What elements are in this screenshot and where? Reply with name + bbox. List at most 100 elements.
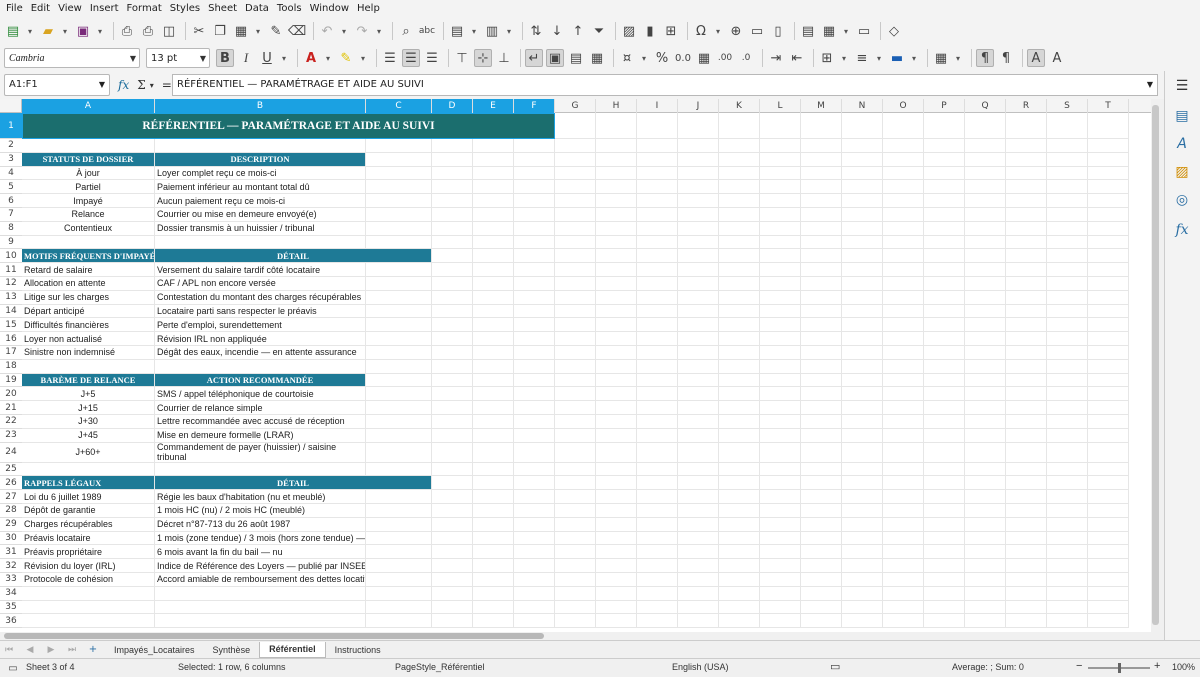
grid-cell[interactable] <box>432 559 473 573</box>
statuts-header-label[interactable]: STATUTS DE DOSSIER <box>22 152 155 167</box>
grid-cell[interactable] <box>801 346 842 360</box>
grid-cell[interactable] <box>596 428 637 443</box>
grid-cell[interactable] <box>637 614 678 629</box>
grid-cell[interactable] <box>155 139 366 153</box>
grid-cell[interactable] <box>965 401 1006 415</box>
rappels-row-value[interactable]: Décret n°87-713 du 26 août 1987 <box>155 517 366 532</box>
grid-cell[interactable] <box>1047 517 1088 532</box>
grid-cell[interactable] <box>678 359 719 374</box>
grid-cell[interactable] <box>801 476 842 491</box>
grid-cell[interactable] <box>1088 490 1129 504</box>
grid-cell[interactable] <box>883 428 924 443</box>
grid-cell[interactable] <box>473 152 514 167</box>
formula-input[interactable]: RÉFÉRENTIEL — PARAMÉTRAGE ET AIDE AU SUI… <box>172 74 1158 96</box>
number-format-icon[interactable]: 0.0 <box>674 49 692 67</box>
grid-cell[interactable] <box>1047 462 1088 477</box>
grid-cell[interactable] <box>596 517 637 532</box>
grid-cell[interactable] <box>366 517 432 532</box>
grid-cell[interactable] <box>842 208 883 222</box>
column-header-f[interactable]: F <box>514 99 555 113</box>
paste-dropdown-icon[interactable]: ▾ <box>253 22 263 40</box>
grid-cell[interactable] <box>555 531 596 546</box>
grid-cell[interactable] <box>1047 290 1088 305</box>
grid-cell[interactable] <box>1047 442 1088 463</box>
grid-cell[interactable] <box>637 462 678 477</box>
grid-cell[interactable] <box>514 318 555 333</box>
grid-cell[interactable] <box>1088 600 1129 615</box>
autofilter-icon[interactable]: ⏷ <box>590 22 608 40</box>
previous-sheet-icon[interactable]: ◀ <box>21 641 39 659</box>
open-dropdown-icon[interactable]: ▾ <box>60 22 70 40</box>
grid-cell[interactable] <box>637 332 678 346</box>
grid-cell[interactable] <box>965 373 1006 388</box>
bareme-row-value[interactable]: SMS / appel téléphonique de courtoisie <box>155 387 366 402</box>
grid-cell[interactable] <box>883 415 924 429</box>
grid-cell[interactable] <box>637 504 678 518</box>
grid-cell[interactable] <box>842 194 883 208</box>
grid-cell[interactable] <box>1088 113 1129 139</box>
grid-cell[interactable] <box>760 490 801 504</box>
grid-cell[interactable] <box>637 490 678 504</box>
grid-cell[interactable] <box>432 573 473 587</box>
motifs-row-value[interactable]: Perte d'emploi, surendettement <box>155 318 366 333</box>
row-header-31[interactable]: 31 <box>0 545 22 560</box>
grid-cell[interactable] <box>514 221 555 236</box>
motifs-row-label[interactable]: Difficultés financières <box>22 318 155 333</box>
grid-cell[interactable] <box>965 531 1006 546</box>
grid-cell[interactable] <box>473 559 514 573</box>
grid-cell[interactable] <box>924 614 965 629</box>
undo-icon[interactable]: ↶ <box>318 22 336 40</box>
grid-cell[interactable] <box>965 277 1006 291</box>
grid-cell[interactable] <box>514 208 555 222</box>
grid-cell[interactable] <box>514 614 555 629</box>
column-header-j[interactable]: J <box>678 99 719 113</box>
grid-cell[interactable] <box>555 545 596 560</box>
grid-cell[interactable] <box>965 235 1006 250</box>
grid-cell[interactable] <box>883 462 924 477</box>
grid-cell[interactable] <box>555 166 596 181</box>
grid-cell[interactable] <box>1088 387 1129 402</box>
grid-cell[interactable] <box>1006 614 1047 629</box>
row-header-4[interactable]: 4 <box>0 167 22 181</box>
grid-cell[interactable] <box>801 586 842 601</box>
grid-cell[interactable] <box>883 504 924 518</box>
grid-cell[interactable] <box>22 600 155 615</box>
grid-cell[interactable] <box>1047 235 1088 250</box>
grid-cell[interactable] <box>514 490 555 504</box>
grid-cell[interactable] <box>432 428 473 443</box>
row-header-21[interactable]: 21 <box>0 401 22 415</box>
grid-cell[interactable] <box>883 166 924 181</box>
grid-cell[interactable] <box>924 113 965 139</box>
column-header-q[interactable]: Q <box>965 99 1006 113</box>
row-header-27[interactable]: 27 <box>0 490 22 504</box>
grid-cell[interactable] <box>1047 332 1088 346</box>
grid-cell[interactable] <box>678 139 719 153</box>
grid-cell[interactable] <box>965 462 1006 477</box>
grid-cell[interactable] <box>1047 586 1088 601</box>
grid-cell[interactable] <box>596 490 637 504</box>
grid-cell[interactable] <box>719 462 760 477</box>
grid-cell[interactable] <box>924 559 965 573</box>
grid-cell[interactable] <box>924 249 965 264</box>
row-header-36[interactable]: 36 <box>0 614 22 629</box>
grid-cell[interactable] <box>473 415 514 429</box>
grid-cell[interactable] <box>842 290 883 305</box>
statuts-row-label[interactable]: Partiel <box>22 180 155 195</box>
grid-cell[interactable] <box>637 517 678 532</box>
menu-item-format[interactable]: Format <box>125 3 168 14</box>
grid-cell[interactable] <box>514 415 555 429</box>
align-center-icon[interactable]: ☰ <box>402 49 420 67</box>
row-header-2[interactable]: 2 <box>0 139 22 153</box>
grid-cell[interactable] <box>678 586 719 601</box>
grid-cell[interactable] <box>719 428 760 443</box>
grid-cell[interactable] <box>1088 531 1129 546</box>
grid-cell[interactable] <box>1088 428 1129 443</box>
grid-cell[interactable] <box>842 318 883 333</box>
grid-cell[interactable] <box>924 476 965 491</box>
grid-cell[interactable] <box>366 531 432 546</box>
grid-cell[interactable] <box>883 359 924 374</box>
motifs-row-value[interactable]: Versement du salaire tardif côté locatai… <box>155 263 366 277</box>
grid-cell[interactable] <box>637 545 678 560</box>
grid-cell[interactable] <box>514 166 555 181</box>
bareme-row-value[interactable]: Commandement de payer (huissier) / saisi… <box>155 442 366 463</box>
